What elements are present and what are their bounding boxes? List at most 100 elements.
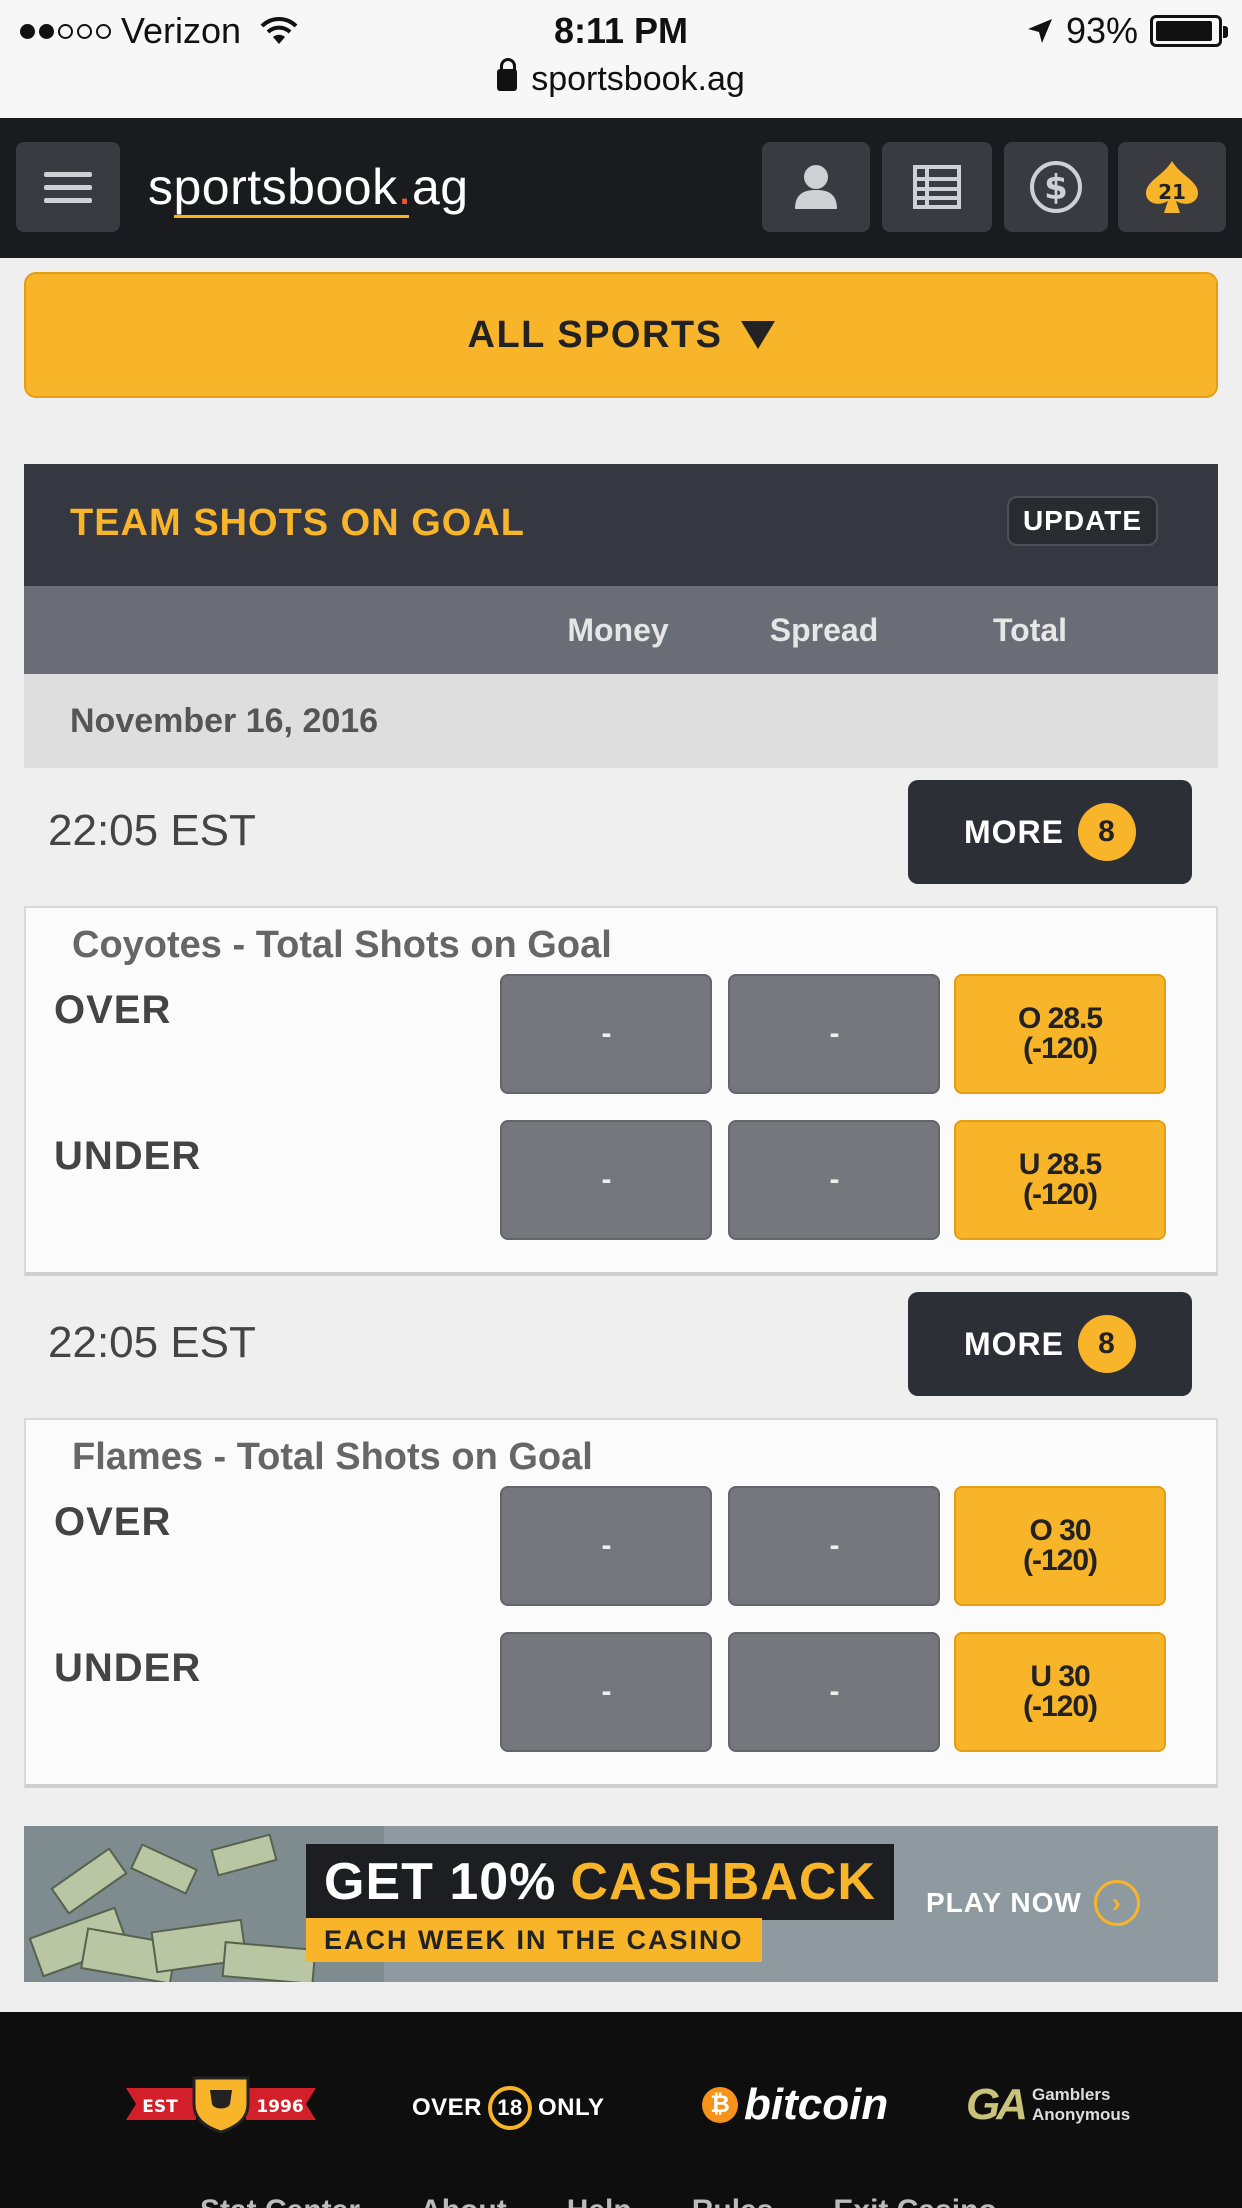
money-odds-button[interactable]: - [500,1120,712,1240]
total-odds-button[interactable]: O 30 (-120) [954,1486,1166,1606]
row-label-over: OVER [54,1500,172,1544]
column-money: Money [567,612,669,648]
lock-icon [497,58,518,91]
total-line: O 28.5 [1017,1002,1103,1035]
money-odds-button[interactable]: - [500,1632,712,1752]
site-header: sportsbook.ag $ 21 [0,118,1242,258]
location-arrow-icon [1027,19,1052,43]
row-label-over: OVER [54,988,172,1032]
more-count-badge: 8 [1078,1315,1136,1373]
total-line: U 28.5 [1018,1148,1102,1181]
gamblers-anonymous-logo[interactable]: GA Gamblers Anonymous [966,2080,1130,2130]
status-bar: Verizon 8:11 PM 93% [0,0,1242,60]
total-odds-button[interactable]: U 30 (-120) [954,1632,1166,1752]
site-logo[interactable]: sportsbook.ag [148,158,469,218]
all-sports-label: ALL SPORTS [467,313,723,356]
ga-line2: Anonymous [1032,2105,1131,2124]
logo-text: sportsbook [148,159,398,215]
bet-slip-button[interactable] [882,142,992,232]
bitcoin-icon: ₿ [702,2087,738,2123]
battery-percent: 93% [1065,10,1138,51]
game-time-row: 22:05 EST MORE 8 [24,768,1218,900]
url-bar[interactable]: sportsbook.ag [0,58,1242,118]
total-odds-button[interactable]: U 28.5 (-120) [954,1120,1166,1240]
spade-icon: 21 [1146,161,1198,213]
game-card: Coyotes - Total Shots on Goal OVER - - O… [24,906,1218,1276]
game-title: Coyotes - Total Shots on Goal [72,924,612,966]
total-odds: (-120) [1022,1032,1098,1065]
total-odds-button[interactable]: O 28.5 (-120) [954,974,1166,1094]
ga-line1: Gamblers [1032,2085,1111,2105]
more-label: MORE [964,813,1064,850]
promo-subline: EACH WEEK IN THE CASINO [306,1918,762,1962]
casino-promo-banner[interactable]: GET 10% CASHBACK EACH WEEK IN THE CASINO … [24,1826,1218,1982]
footer-links: Stat Center About Help Rules Exit Casino [200,2194,1100,2208]
game-time-row: 22:05 EST MORE 8 [24,1280,1218,1412]
panel-title: TEAM SHOTS ON GOAL [70,502,525,544]
promo-headline-text: GET 10% [324,1853,557,1911]
est-label: EST [142,2097,178,2117]
spread-odds-button[interactable]: - [728,1486,940,1606]
column-headers: Money Spread Total [24,586,1218,674]
game-card: Flames - Total Shots on Goal OVER - - O … [24,1418,1218,1788]
footer-link[interactable]: Rules [692,2194,774,2208]
spread-odds-button[interactable]: - [728,1120,940,1240]
panel-header: TEAM SHOTS ON GOAL UPDATE [24,464,1218,586]
cashier-button[interactable]: $ [1004,142,1108,232]
menu-button[interactable] [16,142,120,232]
total-line: U 30 [1030,1660,1090,1693]
update-button[interactable]: UPDATE [1006,496,1158,546]
game-time: 22:05 EST [48,1318,256,1367]
column-total: Total [992,612,1068,648]
footer-link[interactable]: Stat Center [200,2194,360,2208]
footer-link[interactable]: Help [567,2194,632,2208]
play-now-link[interactable]: PLAY NOW › [926,1880,1140,1926]
more-wagers-button[interactable]: MORE 8 [908,1292,1192,1396]
est-year: 1996 [256,2097,303,2117]
play-now-label: PLAY NOW [926,1887,1082,1918]
ga-mark: GA [966,2080,1028,2129]
status-right: 93% [1026,10,1228,52]
casino-button[interactable]: 21 [1118,142,1226,232]
all-sports-dropdown[interactable]: ALL SPORTS [24,272,1218,398]
date-row: November 16, 2016 [24,674,1218,768]
total-line: O 30 [1029,1514,1091,1547]
logo-underline [174,215,409,218]
money-odds-button[interactable]: - [500,1486,712,1606]
age-prefix: OVER [412,2094,483,2121]
casino-badge-text: 21 [1158,180,1186,204]
row-label-under: UNDER [54,1134,202,1178]
footer-link[interactable]: Exit Casino [833,2194,996,2208]
total-odds: (-120) [1022,1178,1098,1211]
more-count-badge: 8 [1078,803,1136,861]
total-odds: (-120) [1022,1690,1098,1723]
logo-ext: ag [412,159,469,215]
battery-icon [1150,15,1228,47]
svg-text:$: $ [1044,168,1068,208]
dropdown-arrow-icon [740,321,775,349]
established-badge-logo: EST 1996 [126,2076,316,2134]
spread-odds-button[interactable]: - [728,974,940,1094]
dollar-icon: $ [1030,161,1082,213]
bitcoin-text: bitcoin [744,2080,889,2129]
promo-headline: GET 10% CASHBACK [306,1844,894,1920]
account-button[interactable] [762,142,870,232]
list-icon [913,165,961,209]
footer-link[interactable]: About [420,2194,507,2208]
logo-dot: . [397,159,412,215]
age-suffix: ONLY [538,2094,605,2121]
url-text: sportsbook.ag [531,60,745,98]
spread-odds-button[interactable]: - [728,1632,940,1752]
row-label-under: UNDER [54,1646,202,1690]
column-spread: Spread [769,612,879,648]
more-wagers-button[interactable]: MORE 8 [908,780,1192,884]
game-title: Flames - Total Shots on Goal [72,1436,593,1478]
site-footer: EST 1996 OVER 18 ONLY ₿ bitcoin GA Gamble… [0,2012,1242,2208]
total-odds: (-120) [1022,1544,1098,1577]
age-number: 18 [488,2086,533,2130]
chevron-right-icon: › [1093,1880,1140,1926]
promo-headline-highlight: CASHBACK [570,1853,876,1911]
more-label: MORE [964,1325,1064,1362]
money-odds-button[interactable]: - [500,974,712,1094]
game-time: 22:05 EST [48,806,256,855]
